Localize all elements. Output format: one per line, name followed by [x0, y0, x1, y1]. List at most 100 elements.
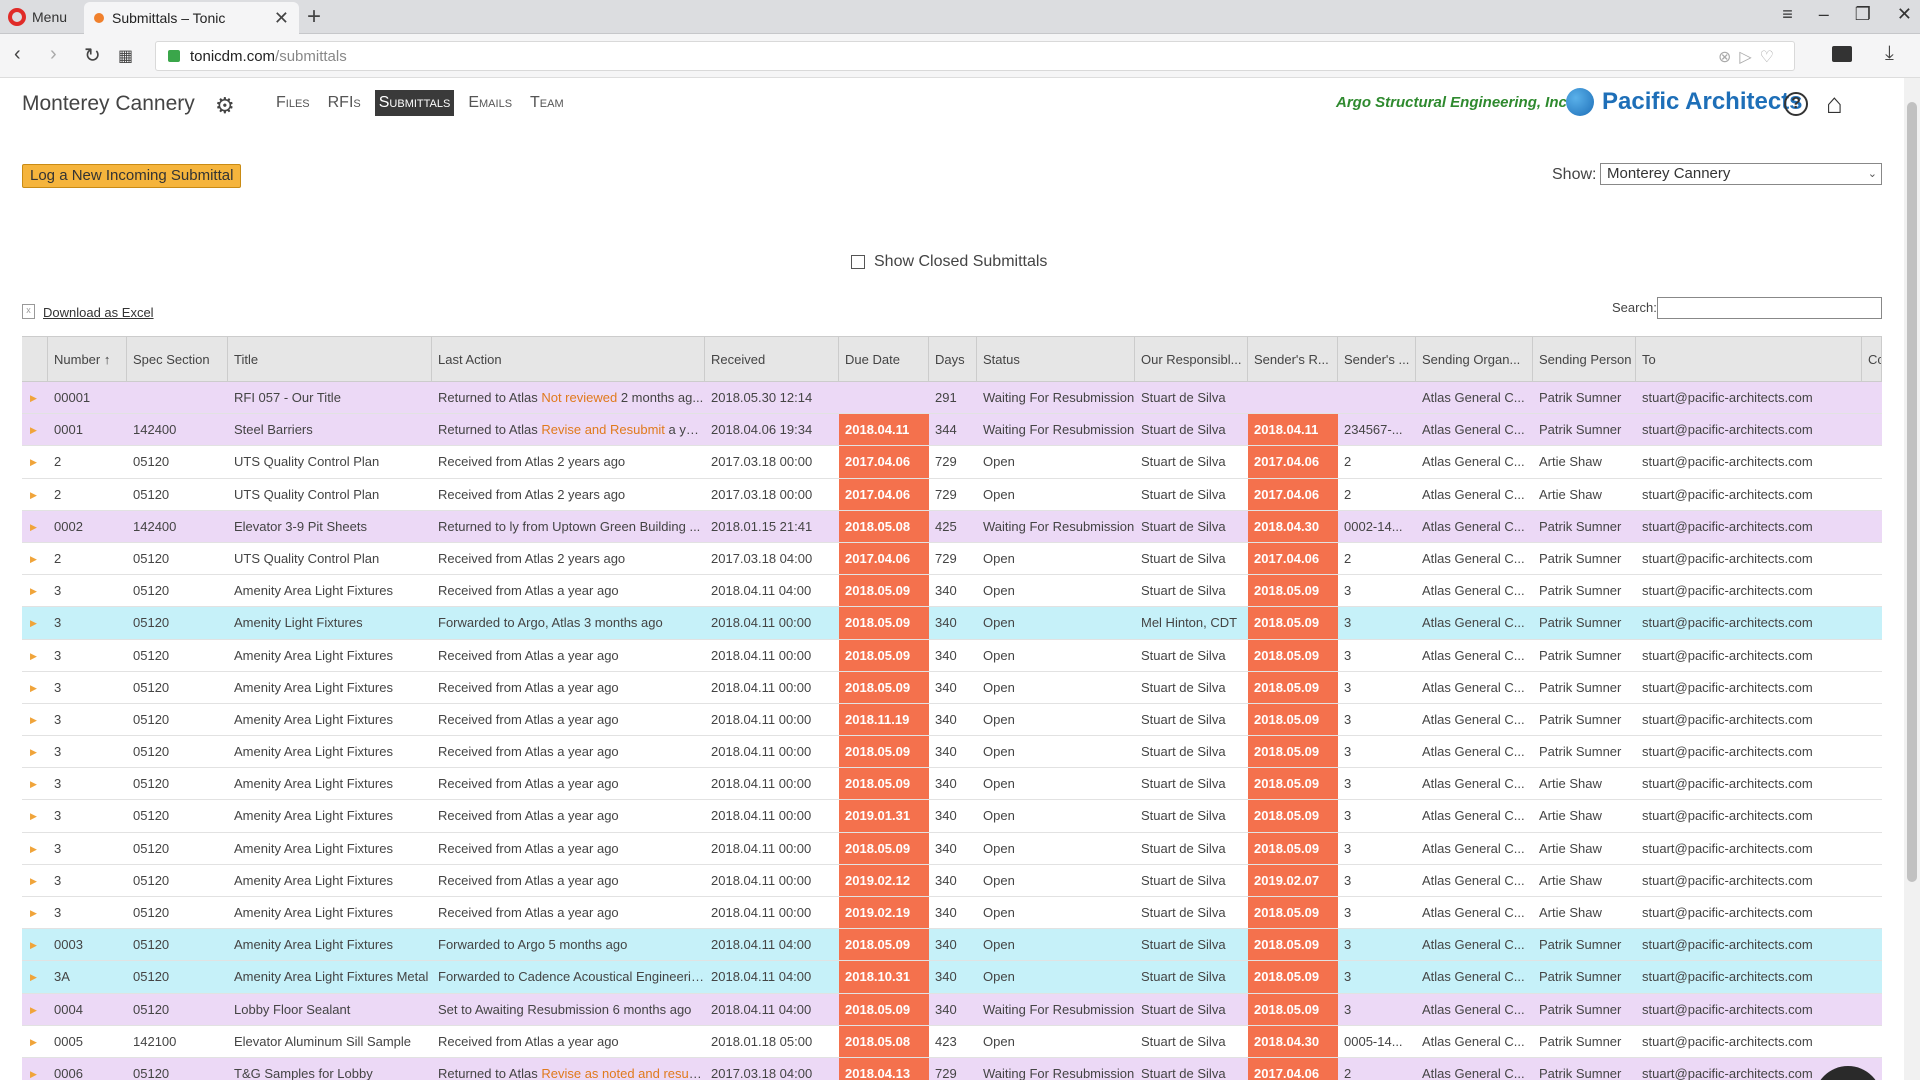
home-icon[interactable]: ⌂	[1826, 88, 1843, 120]
table-row[interactable]: ▶ 0006 05120 T&G Samples for Lobby Returned …	[22, 1057, 1882, 1080]
cell-title: Amenity Area Light Fixtures	[234, 937, 393, 953]
minimize-icon[interactable]: –	[1819, 4, 1829, 25]
download-excel-link[interactable]: Download as Excel	[43, 305, 154, 320]
senders-date-badge: 2017.04.06	[1248, 1057, 1338, 1080]
header-title[interactable]: Title	[228, 337, 432, 381]
expand-row-icon[interactable]: ▶	[22, 736, 48, 767]
table-row[interactable]: ▶ 2 05120 UTS Quality Control Plan Received …	[22, 446, 1882, 479]
table-row[interactable]: ▶ 0001 142400 Steel Barriers Returned to Atl…	[22, 414, 1882, 447]
tab-close-icon[interactable]: ✕	[274, 8, 289, 29]
restore-icon[interactable]: ❐	[1855, 4, 1871, 25]
expand-row-icon[interactable]: ▶	[22, 543, 48, 574]
table-row[interactable]: ▶ 3 05120 Amenity Area Light Fixtures Receiv…	[22, 703, 1882, 737]
header-sending-person[interactable]: Sending Person	[1533, 337, 1636, 381]
expand-row-icon[interactable]: ▶	[22, 414, 48, 445]
url-field[interactable]: tonicdm.com /submittals ⊗▷♡	[155, 41, 1795, 71]
nav-submittals[interactable]: Submittals	[374, 90, 455, 116]
cell-received: 2018.04.11 04:00	[711, 1001, 812, 1017]
expand-row-icon[interactable]: ▶	[22, 672, 48, 703]
table-row[interactable]: ▶ 3 05120 Amenity Area Light Fixtures Receiv…	[22, 897, 1882, 930]
header-senders-required[interactable]: Sender's R...	[1248, 337, 1338, 381]
reload-icon[interactable]: ↻	[84, 43, 101, 68]
log-new-submittal-button[interactable]: Log a New Incoming Submittal	[22, 164, 242, 188]
browser-menu-button[interactable]: Menu	[8, 5, 67, 29]
expand-row-icon[interactable]: ▶	[22, 640, 48, 671]
search-input[interactable]	[1657, 297, 1882, 319]
expand-row-icon[interactable]: ▶	[22, 994, 48, 1025]
table-row[interactable]: ▶ 0002 142400 Elevator 3-9 Pit Sheets Return…	[22, 510, 1882, 543]
expand-row-icon[interactable]: ▶	[22, 511, 48, 542]
show-project-select[interactable]: Monterey Cannery ⌄	[1600, 163, 1882, 185]
cell-senders-required: 2017.04.06	[1248, 478, 1338, 510]
url-actions-icon[interactable]: ⊗▷♡	[1718, 47, 1782, 67]
nav-emails[interactable]: Emails	[464, 90, 516, 116]
table-row[interactable]: ▶ 00001 RFI 057 - Our Title Returned to Atl…	[22, 382, 1882, 415]
table-row[interactable]: ▶ 3 05120 Amenity Area Light Fixtures Receiv…	[22, 736, 1882, 769]
new-tab-icon[interactable]: +	[307, 3, 321, 31]
nav-files[interactable]: Files	[272, 90, 314, 116]
expand-row-icon[interactable]: ▶	[22, 961, 48, 992]
gear-icon[interactable]: ⚙	[215, 93, 235, 119]
table-row[interactable]: ▶ 3 05120 Amenity Area Light Fixtures Receiv…	[22, 639, 1882, 672]
tab-menu-icon[interactable]: ≡	[1782, 4, 1793, 25]
table-row[interactable]: ▶ 3 05120 Amenity Area Light Fixtures Receiv…	[22, 768, 1882, 801]
cell-sending-org: Atlas General C...	[1422, 647, 1525, 663]
table-row[interactable]: ▶ 3 05120 Amenity Area Light Fixtures Receiv…	[22, 575, 1882, 608]
expand-row-icon[interactable]: ▶	[22, 768, 48, 799]
scrollbar-thumb[interactable]	[1907, 102, 1917, 882]
help-icon[interactable]: ?	[1784, 92, 1808, 116]
expand-row-icon[interactable]: ▶	[22, 382, 48, 413]
expand-row-icon[interactable]: ▶	[22, 479, 48, 510]
speed-dial-icon[interactable]: ▦	[118, 46, 133, 66]
expand-row-icon[interactable]: ▶	[22, 607, 48, 638]
back-icon[interactable]: ‹	[14, 43, 21, 66]
header-spec-section[interactable]: Spec Section	[127, 337, 228, 381]
expand-row-icon[interactable]: ▶	[22, 704, 48, 735]
header-days[interactable]: Days	[929, 337, 977, 381]
expand-row-icon[interactable]: ▶	[22, 1058, 48, 1080]
header-senders-number[interactable]: Sender's ...	[1338, 337, 1416, 381]
table-row[interactable]: ▶ 2 05120 UTS Quality Control Plan Received …	[22, 542, 1882, 576]
nav-rfis[interactable]: RFIs	[324, 90, 365, 116]
expand-row-icon[interactable]: ▶	[22, 446, 48, 477]
table-row[interactable]: ▶ 3A 05120 Amenity Area Light Fixtures Meta…	[22, 961, 1882, 994]
expand-row-icon[interactable]: ▶	[22, 929, 48, 960]
table-row[interactable]: ▶ 3 05120 Amenity Light Fixtures Forwarded t…	[22, 607, 1882, 640]
browser-tab[interactable]: Submittals – Tonic ✕	[84, 2, 299, 34]
show-closed-checkbox[interactable]	[851, 255, 865, 269]
page-scrollbar[interactable]	[1904, 78, 1920, 1080]
cell-title: Amenity Area Light Fixtures	[234, 744, 393, 760]
expand-row-icon[interactable]: ▶	[22, 833, 48, 864]
expand-row-icon[interactable]: ▶	[22, 575, 48, 606]
cell-due-date	[839, 382, 929, 413]
header-cc[interactable]: Cc	[1862, 337, 1882, 381]
table-row[interactable]: ▶ 3 05120 Amenity Area Light Fixtures Receiv…	[22, 832, 1882, 865]
forward-icon[interactable]: ›	[50, 43, 57, 66]
table-row[interactable]: ▶ 0003 05120 Amenity Area Light Fixtures For…	[22, 929, 1882, 962]
header-our-responsibility[interactable]: Our Responsibl...	[1135, 337, 1248, 381]
header-to[interactable]: To	[1636, 337, 1862, 381]
table-row[interactable]: ▶ 2 05120 UTS Quality Control Plan Received …	[22, 478, 1882, 511]
header-last-action[interactable]: Last Action	[432, 337, 705, 381]
table-row[interactable]: ▶ 3 05120 Amenity Area Light Fixtures Receiv…	[22, 800, 1882, 833]
nav-team[interactable]: Team	[526, 90, 568, 116]
table-row[interactable]: ▶ 0005 142100 Elevator Aluminum Sill Sample…	[22, 1025, 1882, 1058]
cell-to: stuart@pacific-architects.com	[1642, 905, 1813, 920]
cell-responsible: Stuart de Silva	[1141, 1065, 1226, 1080]
table-row[interactable]: ▶ 0004 05120 Lobby Floor Sealant Set to Awai…	[22, 993, 1882, 1026]
header-number[interactable]: Number ↑	[48, 337, 127, 381]
extension-icon[interactable]	[1832, 46, 1852, 62]
download-icon[interactable]: ⤓	[1885, 42, 1894, 65]
header-received[interactable]: Received	[705, 337, 839, 381]
header-status[interactable]: Status	[977, 337, 1135, 381]
table-row[interactable]: ▶ 3 05120 Amenity Area Light Fixtures Receiv…	[22, 671, 1882, 704]
cell-to: stuart@pacific-architects.com	[1642, 486, 1813, 502]
header-sending-org[interactable]: Sending Organ...	[1416, 337, 1533, 381]
table-row[interactable]: ▶ 3 05120 Amenity Area Light Fixtures Receiv…	[22, 864, 1882, 897]
expand-row-icon[interactable]: ▶	[22, 865, 48, 896]
expand-row-icon[interactable]: ▶	[22, 800, 48, 831]
expand-row-icon[interactable]: ▶	[22, 1026, 48, 1057]
expand-row-icon[interactable]: ▶	[22, 897, 48, 928]
close-window-icon[interactable]: ✕	[1897, 4, 1912, 25]
header-due-date[interactable]: Due Date	[839, 337, 929, 381]
